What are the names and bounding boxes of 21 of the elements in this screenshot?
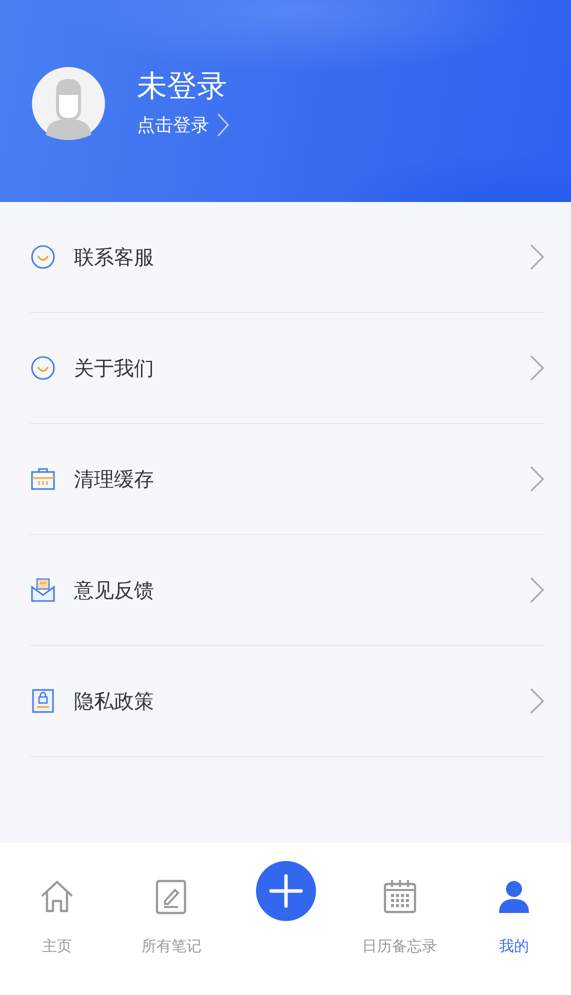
chevron-icon (530, 355, 544, 381)
chevron-icon (530, 466, 544, 492)
menu-item[interactable]: 关于我们 (30, 313, 544, 424)
chevron-icon (217, 112, 229, 136)
avatar-icon[interactable] (32, 66, 105, 140)
chevron-icon (530, 244, 544, 270)
login-link[interactable]: 点击登录 (137, 112, 229, 136)
lock-icon (30, 688, 56, 714)
mail-icon (30, 577, 56, 603)
menu-item[interactable]: 联系客服 (30, 202, 544, 313)
bag-icon (30, 466, 56, 492)
plus-icon (268, 874, 302, 908)
menu-item[interactable]: 清理缓存 (30, 424, 544, 535)
nav-tab[interactable]: 我的 (456, 861, 571, 995)
smile-icon (30, 244, 56, 270)
menu-item[interactable]: 隐私政策 (30, 646, 544, 757)
user-name: 未登录 (137, 68, 228, 106)
chevron-icon (530, 577, 544, 603)
chevron-icon (530, 688, 544, 714)
smile-icon (30, 355, 56, 381)
menu-item[interactable]: 意见反馈 (30, 535, 544, 646)
